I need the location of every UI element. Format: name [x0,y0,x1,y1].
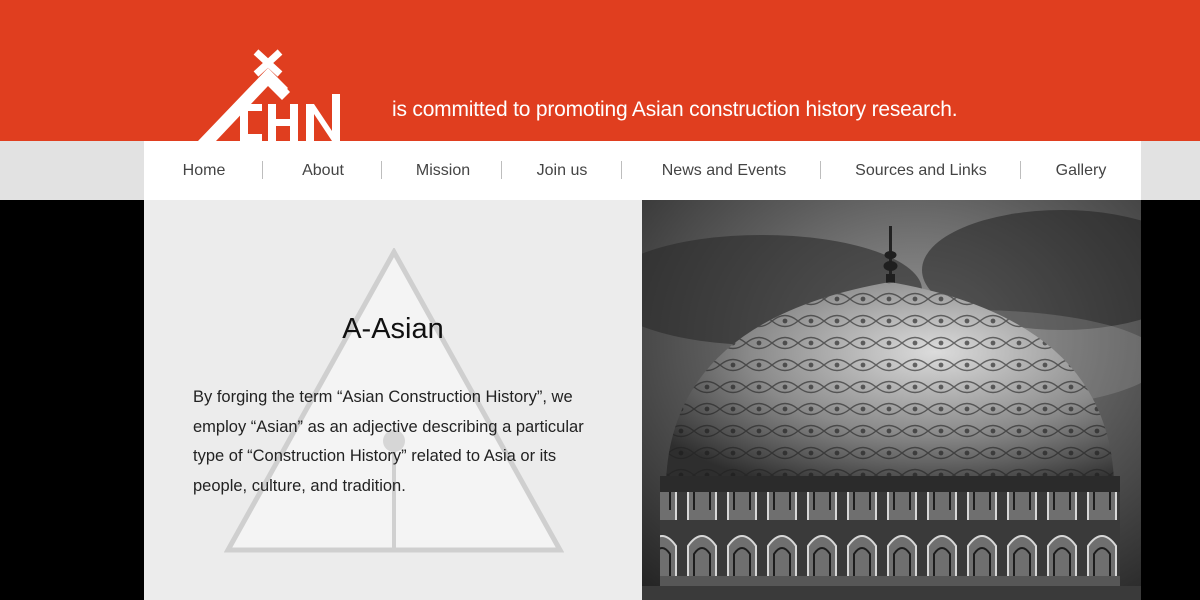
site-header: is committed to promoting Asian construc… [0,0,1200,141]
intro-panel: A-Asian By forging the term “Asian Const… [144,200,642,600]
nav-item-mission[interactable]: Mission [398,141,488,200]
nav-separator [1020,161,1021,179]
site-tagline: is committed to promoting Asian construc… [392,98,958,121]
nav-separator [262,161,263,179]
nav-separator [381,161,382,179]
achn-logo[interactable] [190,46,350,141]
nav-item-about[interactable]: About [283,141,363,200]
nav-item-home[interactable]: Home [164,141,244,200]
nav-item-sources-and-links[interactable]: Sources and Links [841,141,1001,200]
page-title: A-Asian [342,313,444,345]
main-nav: Home About Mission Join us News and Even… [144,141,1141,200]
nav-separator [621,161,622,179]
dome-photo [642,200,1141,600]
nav-item-join-us[interactable]: Join us [517,141,607,200]
nav-item-news-and-events[interactable]: News and Events [644,141,804,200]
nav-item-gallery[interactable]: Gallery [1041,141,1121,200]
nav-separator [501,161,502,179]
nav-separator [820,161,821,179]
intro-paragraph: By forging the term “Asian Construction … [193,388,584,495]
